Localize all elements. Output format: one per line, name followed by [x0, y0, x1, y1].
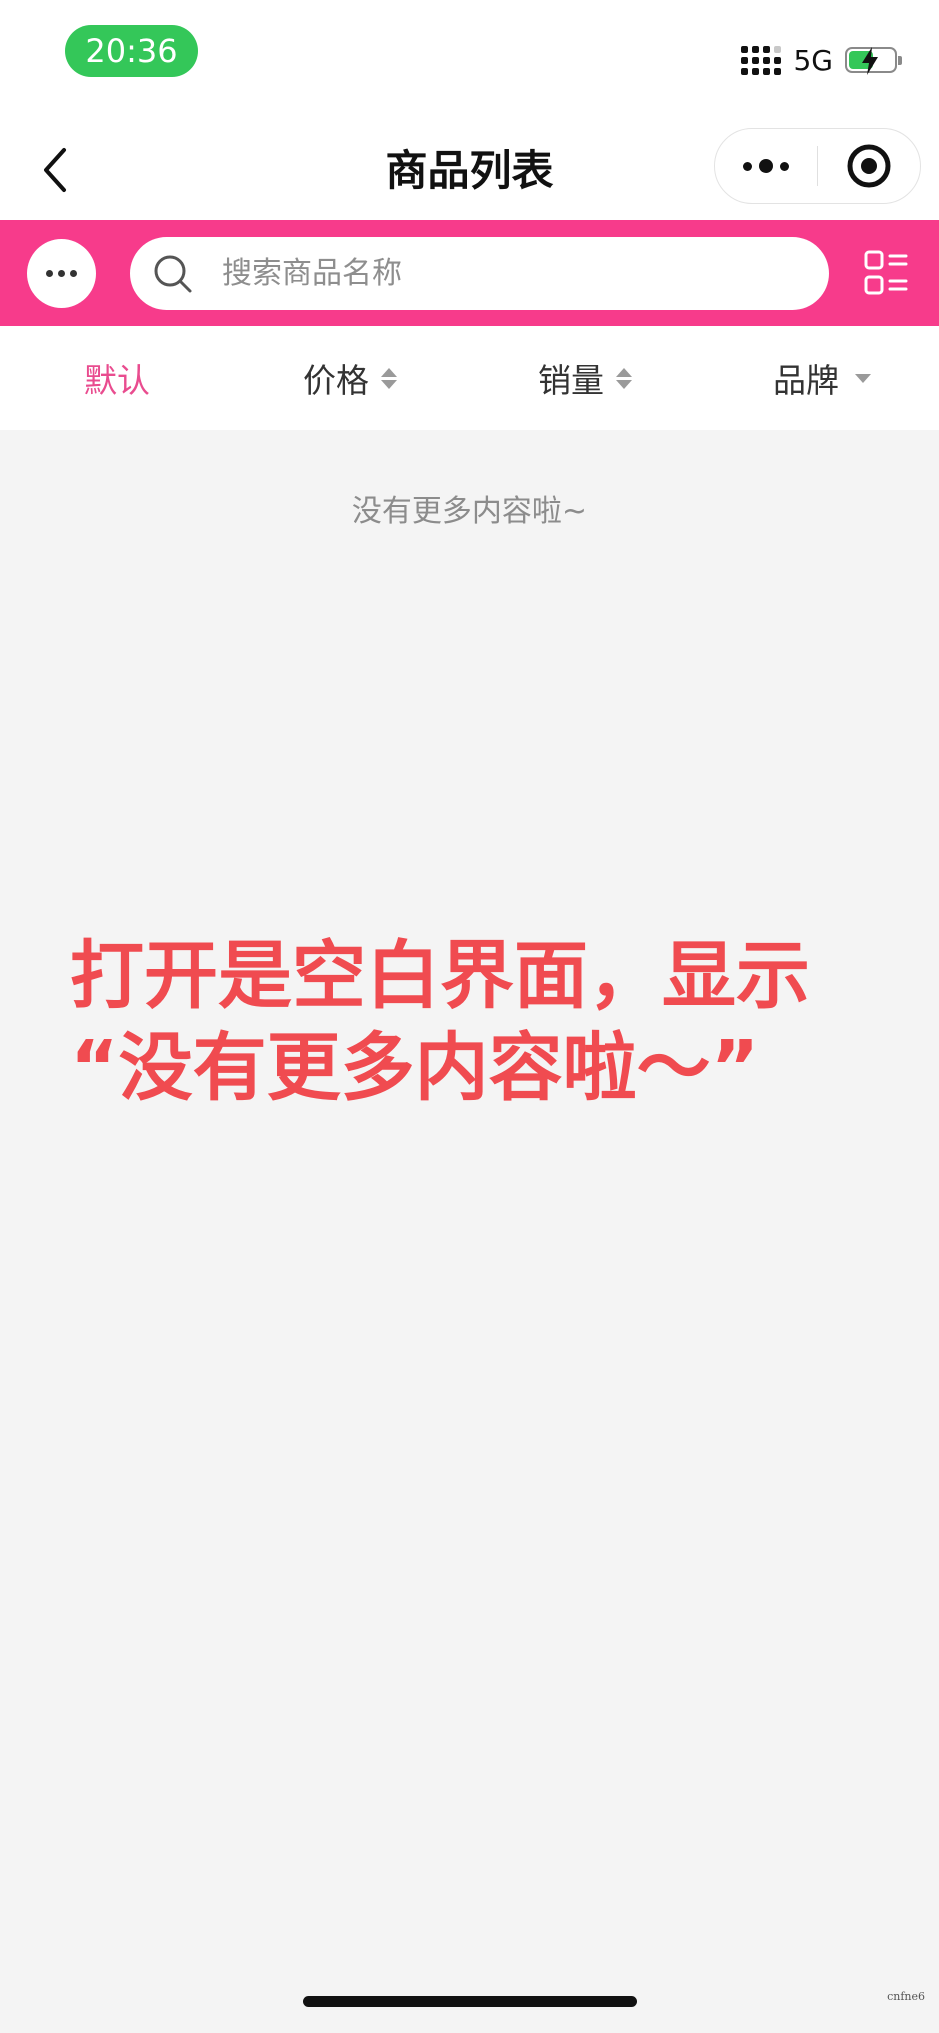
capsule-menu	[714, 128, 921, 204]
tab-sales[interactable]: 销量	[538, 326, 632, 430]
status-time: 20:36	[65, 25, 198, 77]
home-indicator[interactable]	[303, 1996, 637, 2007]
tab-brand[interactable]: 品牌	[773, 326, 871, 430]
more-icon[interactable]	[715, 159, 817, 173]
sort-arrows-icon	[381, 367, 397, 389]
grid-view-icon[interactable]	[864, 250, 908, 296]
target-icon[interactable]	[818, 143, 920, 189]
annotation-text: 打开是空白界面，显示 “没有更多内容啦～”	[70, 930, 890, 1114]
watermark: cnfne6	[887, 1990, 925, 2003]
search-bar	[0, 220, 939, 326]
top-area: 20:36 5G 商品列表	[0, 0, 939, 220]
battery-charging-icon	[845, 47, 902, 75]
search-input[interactable]	[220, 255, 780, 292]
annotation-line-2: “没有更多内容啦～”	[70, 1025, 760, 1111]
search-icon	[154, 255, 192, 292]
empty-list-message: 没有更多内容啦~	[351, 494, 588, 529]
network-type: 5G	[793, 43, 833, 77]
status-indicators: 5G	[741, 40, 902, 80]
mini-program-page: 20:36 5G 商品列表 搜索商品名称 默认 价格 销量 品牌 没有更多内容啦…	[0, 0, 939, 2033]
tab-label: 价格	[303, 361, 369, 400]
dropdown-caret-icon	[855, 373, 871, 383]
tab-default[interactable]: 默认	[84, 326, 150, 430]
tab-label: 品牌	[773, 361, 839, 400]
search-box[interactable]	[130, 237, 829, 310]
menu-dots-icon[interactable]	[27, 239, 96, 308]
annotation-line-1: 打开是空白界面，显示	[70, 933, 810, 1019]
sort-tabs: 默认 价格 销量 品牌	[0, 326, 939, 430]
tab-label: 销量	[538, 361, 604, 400]
tab-label: 默认	[84, 361, 150, 400]
tab-price[interactable]: 价格	[303, 326, 397, 430]
sort-arrows-icon	[616, 367, 632, 389]
signal-icon	[741, 45, 782, 75]
